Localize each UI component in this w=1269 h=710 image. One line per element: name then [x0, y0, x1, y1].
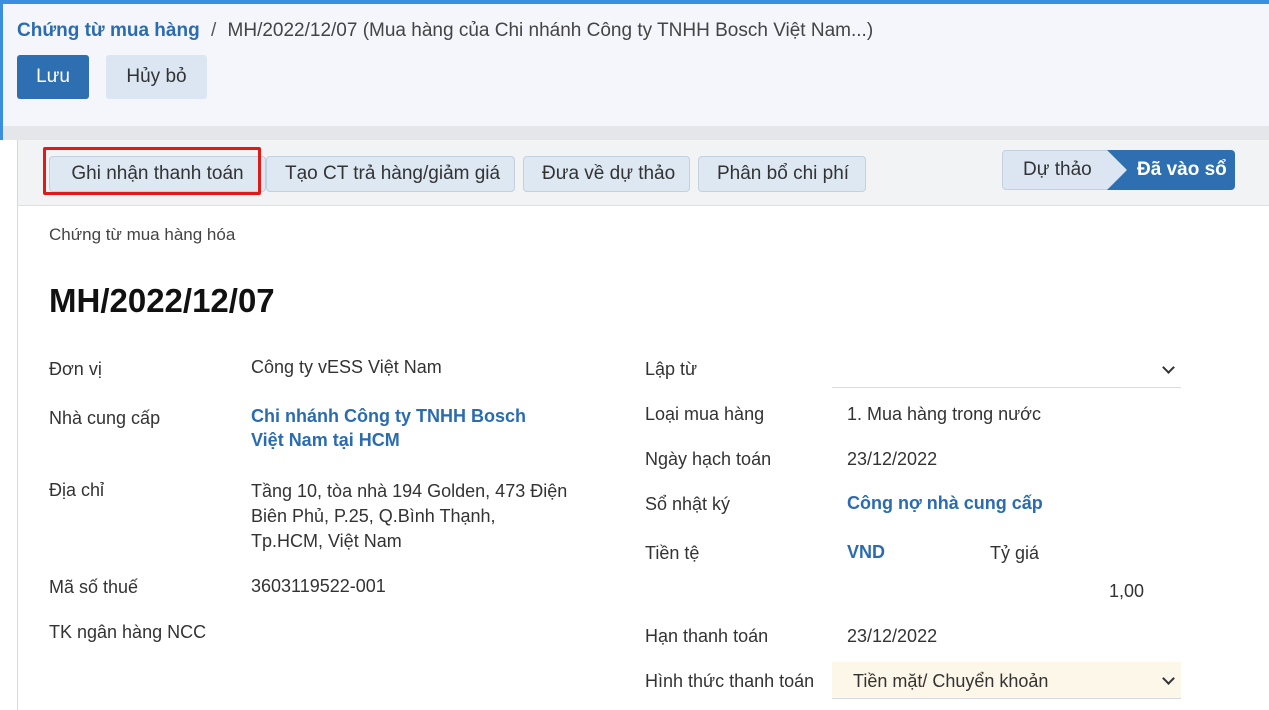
- vendor-label: Nhà cung cấp: [49, 408, 161, 428]
- stage-draft[interactable]: Dự thảo: [1002, 150, 1127, 190]
- reset-to-draft-button[interactable]: Đưa về dự thảo: [523, 156, 690, 192]
- payment-method-label: Hình thức thanh toán: [645, 671, 815, 691]
- document-type-label: Chứng từ mua hàng hóa: [49, 225, 236, 244]
- journal-link[interactable]: Công nợ nhà cung cấp: [847, 491, 1043, 515]
- control-panel: Chứng từ mua hàng / MH/2022/12/07 (Mua h…: [0, 4, 1269, 126]
- vendor-link[interactable]: Chi nhánh Công ty TNHH Bosch Việt Nam tạ…: [251, 404, 561, 452]
- journal-label: Sổ nhật ký: [645, 494, 731, 514]
- purchase-type-value: 1. Mua hàng trong nước: [847, 404, 1041, 424]
- exchange-rate-label: Tỷ giá: [990, 543, 1040, 563]
- statusbar: Ghi nhận thanh toán Tạo CT trả hàng/giảm…: [18, 140, 1269, 206]
- tax-label: Mã số thuế: [49, 577, 139, 597]
- tax-value: 3603119522-001: [251, 576, 386, 596]
- company-value: Công ty vESS Việt Nam: [251, 357, 442, 377]
- currency-label: Tiền tệ: [645, 543, 700, 563]
- source-field-underline: [832, 387, 1181, 388]
- breadcrumb-current: MH/2022/12/07 (Mua hàng của Chi nhánh Cô…: [227, 20, 874, 41]
- allocate-cost-button[interactable]: Phân bổ chi phí: [698, 156, 866, 192]
- create-return-button[interactable]: Tạo CT trả hàng/giảm giá: [266, 156, 515, 192]
- breadcrumb-separator: /: [210, 20, 217, 41]
- form-sheet: Ghi nhận thanh toán Tạo CT trả hàng/giảm…: [17, 140, 1269, 710]
- address-value: Tầng 10, tòa nhà 194 Golden, 473 Điện Bi…: [251, 481, 568, 551]
- source-label: Lập từ: [645, 359, 698, 379]
- bank-account-label: TK ngân hàng NCC: [49, 622, 207, 642]
- breadcrumb-parent-link[interactable]: Chứng từ mua hàng: [17, 20, 200, 41]
- due-date-label: Hạn thanh toán: [645, 626, 769, 646]
- save-button[interactable]: Lưu: [17, 55, 89, 99]
- accounting-date-label: Ngày hạch toán: [645, 449, 772, 469]
- document-title: MH/2022/12/07: [49, 282, 275, 319]
- panel-divider: [0, 126, 1269, 140]
- exchange-rate-value: 1,00: [1109, 581, 1145, 601]
- payment-method-value[interactable]: Tiền mặt/ Chuyển khoản: [853, 669, 1048, 693]
- purchase-type-label: Loại mua hàng: [645, 404, 765, 424]
- company-label: Đơn vị: [49, 359, 102, 379]
- address-label: Địa chỉ: [49, 480, 105, 500]
- chevron-down-icon[interactable]: [1162, 361, 1175, 374]
- highlight-annotation: [43, 147, 261, 195]
- currency-link[interactable]: VND: [847, 540, 885, 564]
- due-date-value: 23/12/2022: [847, 626, 938, 646]
- discard-button[interactable]: Hủy bỏ: [106, 55, 207, 99]
- accounting-date-value: 23/12/2022: [847, 449, 938, 469]
- breadcrumb: Chứng từ mua hàng / MH/2022/12/07 (Mua h…: [17, 20, 873, 42]
